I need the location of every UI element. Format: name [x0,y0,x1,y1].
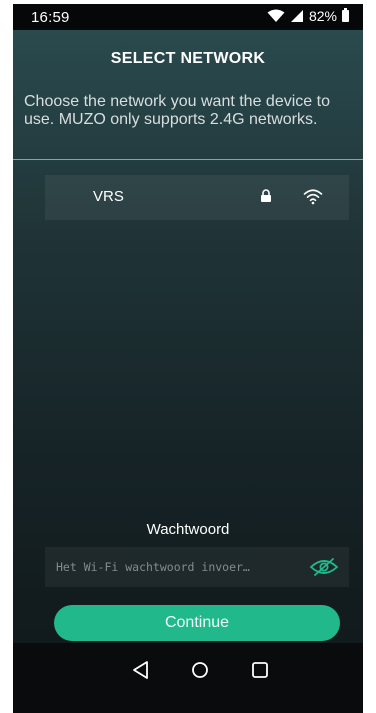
intro-text: Choose the network you want the device t… [24,93,330,128]
wifi-icon [303,189,323,205]
page-title: SELECT NETWORK [110,50,266,67]
continue-button[interactable]: Continue [54,605,340,641]
network-item-vrs[interactable]: VRS [45,175,349,220]
network-name: VRS [93,188,124,205]
cell-signal-icon [290,10,303,22]
back-icon[interactable] [129,659,153,681]
home-icon[interactable] [188,659,212,681]
phone-screen: 16:59 82% SELECT NETWORK Choose the netw… [13,4,363,713]
password-label: Wachtwoord [146,521,230,538]
battery-percent: 82% [308,8,337,24]
status-bar: 16:59 82% [13,4,363,30]
password-field-container [45,547,349,587]
status-time: 16:59 [31,9,70,26]
battery-icon [342,8,349,22]
lock-icon [261,189,271,202]
select-network-screen: SELECT NETWORK Choose the network you wa… [13,30,363,643]
system-nav-bar [13,643,363,713]
status-indicators: 82% [267,8,349,24]
password-input[interactable] [56,547,296,587]
divider [13,159,363,160]
recent-apps-icon[interactable] [248,659,272,681]
eye-hidden-icon[interactable] [309,557,339,577]
wifi-status-icon [267,9,285,22]
